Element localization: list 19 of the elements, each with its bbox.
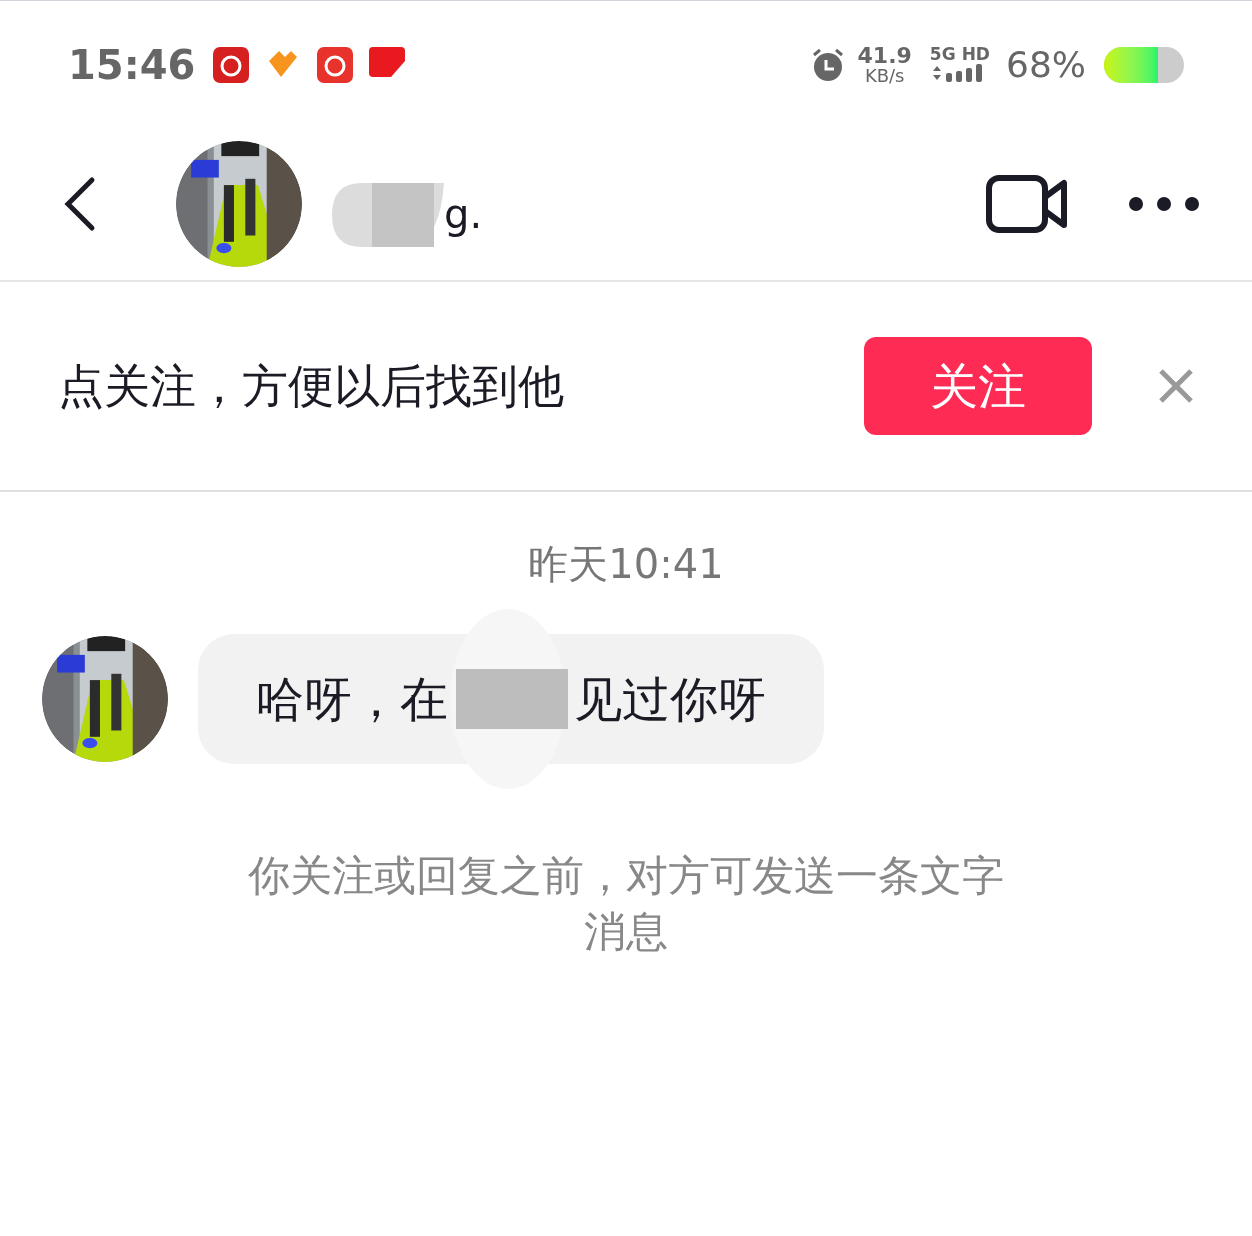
network-type: 5G — [929, 46, 956, 63]
battery-percent: 68% — [1006, 42, 1086, 87]
contact-name: g. — [444, 190, 483, 239]
network-speed: 41.9 — [857, 44, 912, 67]
follow-button[interactable]: 关注 — [864, 337, 1092, 435]
battery-icon — [1104, 46, 1184, 83]
close-icon[interactable] — [1158, 368, 1194, 404]
notice-text: 你关注或回复之前，对方可发送一条文字消息 — [247, 850, 1005, 958]
message-text: 哈呀，在 — [256, 670, 448, 729]
more-icon[interactable] — [1128, 196, 1200, 212]
status-time: 15:46 — [68, 40, 196, 90]
app-notification-icon — [213, 46, 250, 83]
app-notification-icon — [317, 46, 354, 83]
hd-label: HD — [961, 46, 990, 63]
message-text: 见过你呀 — [574, 670, 766, 729]
message-time: 昨天10:41 — [528, 540, 724, 589]
follow-prompt: 点关注，方便以后找到他 — [58, 357, 564, 415]
speed-unit: KB/s — [864, 66, 905, 85]
video-call-icon[interactable] — [986, 175, 1068, 233]
